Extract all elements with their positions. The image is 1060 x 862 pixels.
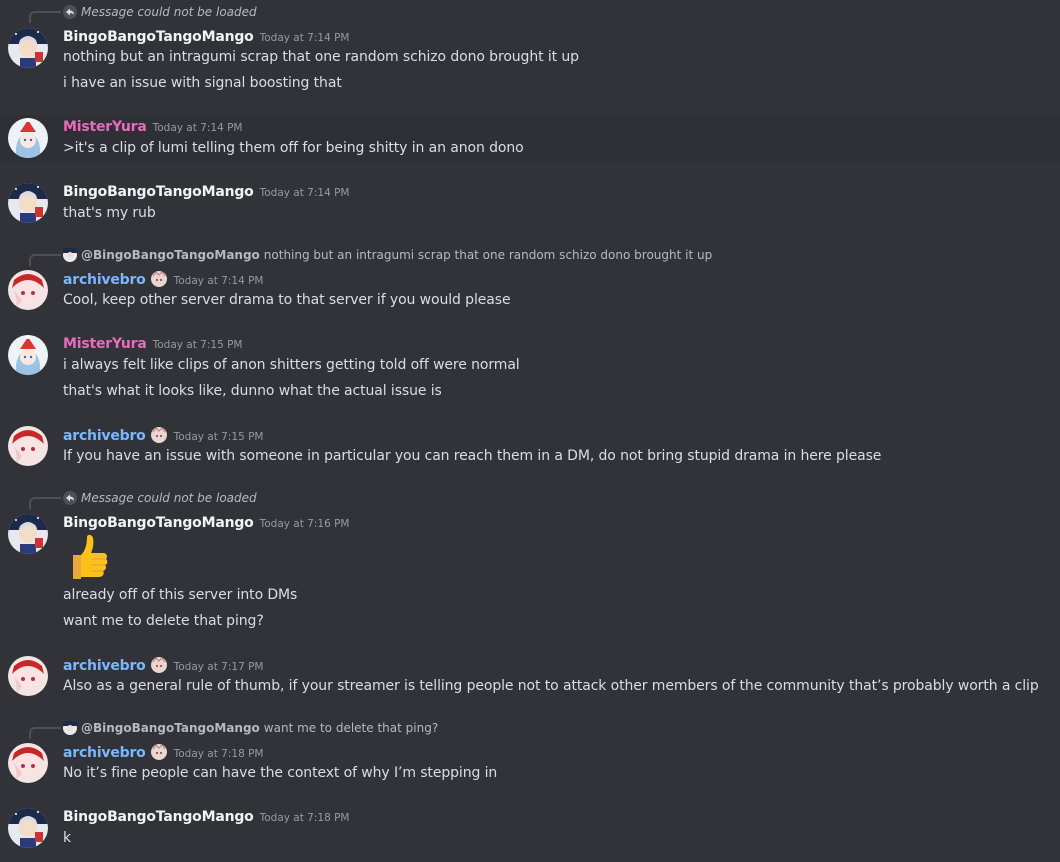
message-line: Cool, keep other server drama to that se… [63, 292, 511, 308]
avatar-yura[interactable] [8, 118, 48, 158]
reply-avatar-icon [63, 248, 77, 262]
reply-text: nothing but an intragumi scrap that one … [263, 248, 713, 262]
avatar-archivebro[interactable] [8, 743, 48, 783]
reply-username[interactable]: @BingoBangoTangoMango [81, 248, 260, 262]
avatar-archivebro[interactable] [8, 656, 48, 696]
message-line: No it’s fine people can have the context… [63, 765, 498, 781]
message-line: that's what it looks like, dunno what th… [63, 383, 442, 399]
reply-text: want me to delete that ping? [263, 721, 439, 735]
timestamp: Today at 7:14 PM [152, 122, 243, 134]
timestamp: Today at 7:16 PM [259, 518, 350, 530]
reply-text: Message could not be loaded [81, 491, 257, 505]
reply-arrow-icon [63, 491, 77, 505]
username[interactable]: archivebro [63, 272, 146, 288]
role-badge-icon [150, 426, 168, 444]
message-line: i always felt like clips of anon shitter… [63, 357, 520, 373]
timestamp: Today at 7:18 PM [259, 812, 350, 824]
message-line: >it's a clip of lumi telling them off fo… [63, 140, 524, 156]
reply-avatar-icon [63, 721, 77, 735]
message-line: already off of this server into DMs [63, 587, 298, 603]
username[interactable]: BingoBangoTangoMango [63, 515, 254, 531]
role-badge-icon [150, 270, 168, 288]
avatar-archivebro[interactable] [8, 270, 48, 310]
timestamp: Today at 7:14 PM [259, 32, 350, 44]
avatar-bingo[interactable] [8, 808, 48, 848]
message-line: Also as a general rule of thumb, if your… [63, 678, 1039, 694]
username[interactable]: MisterYura [63, 119, 147, 135]
message-line: If you have an issue with someone in par… [63, 448, 882, 464]
username[interactable]: MisterYura [63, 336, 147, 352]
message-line: that's my rub [63, 205, 156, 221]
username[interactable]: BingoBangoTangoMango [63, 29, 254, 45]
avatar-bingo[interactable] [8, 28, 48, 68]
message-line: i have an issue with signal boosting tha… [63, 75, 342, 91]
reply-arrow-icon [63, 5, 77, 19]
avatar-archivebro[interactable] [8, 426, 48, 466]
timestamp: Today at 7:18 PM [173, 748, 264, 760]
message-line: k [63, 830, 72, 846]
username[interactable]: archivebro [63, 658, 146, 674]
timestamp: Today at 7:14 PM [173, 275, 264, 287]
message-line: want me to delete that ping? [63, 613, 264, 629]
timestamp: Today at 7:15 PM [173, 431, 264, 443]
avatar-bingo[interactable] [8, 514, 48, 554]
username[interactable]: archivebro [63, 428, 146, 444]
timestamp: Today at 7:15 PM [152, 339, 243, 351]
message-line: nothing but an intragumi scrap that one … [63, 49, 579, 65]
username[interactable]: archivebro [63, 745, 146, 761]
timestamp: Today at 7:14 PM [259, 187, 350, 199]
avatar-bingo[interactable] [8, 183, 48, 223]
timestamp: Today at 7:17 PM [173, 661, 264, 673]
reply-text: Message could not be loaded [81, 5, 257, 19]
role-badge-icon [150, 656, 168, 674]
username[interactable]: BingoBangoTangoMango [63, 184, 254, 200]
reply-username[interactable]: @BingoBangoTangoMango [81, 721, 260, 735]
thumbs-up-emoji[interactable] [63, 533, 111, 581]
username[interactable]: BingoBangoTangoMango [63, 809, 254, 825]
avatar-yura[interactable] [8, 335, 48, 375]
role-badge-icon [150, 743, 168, 761]
